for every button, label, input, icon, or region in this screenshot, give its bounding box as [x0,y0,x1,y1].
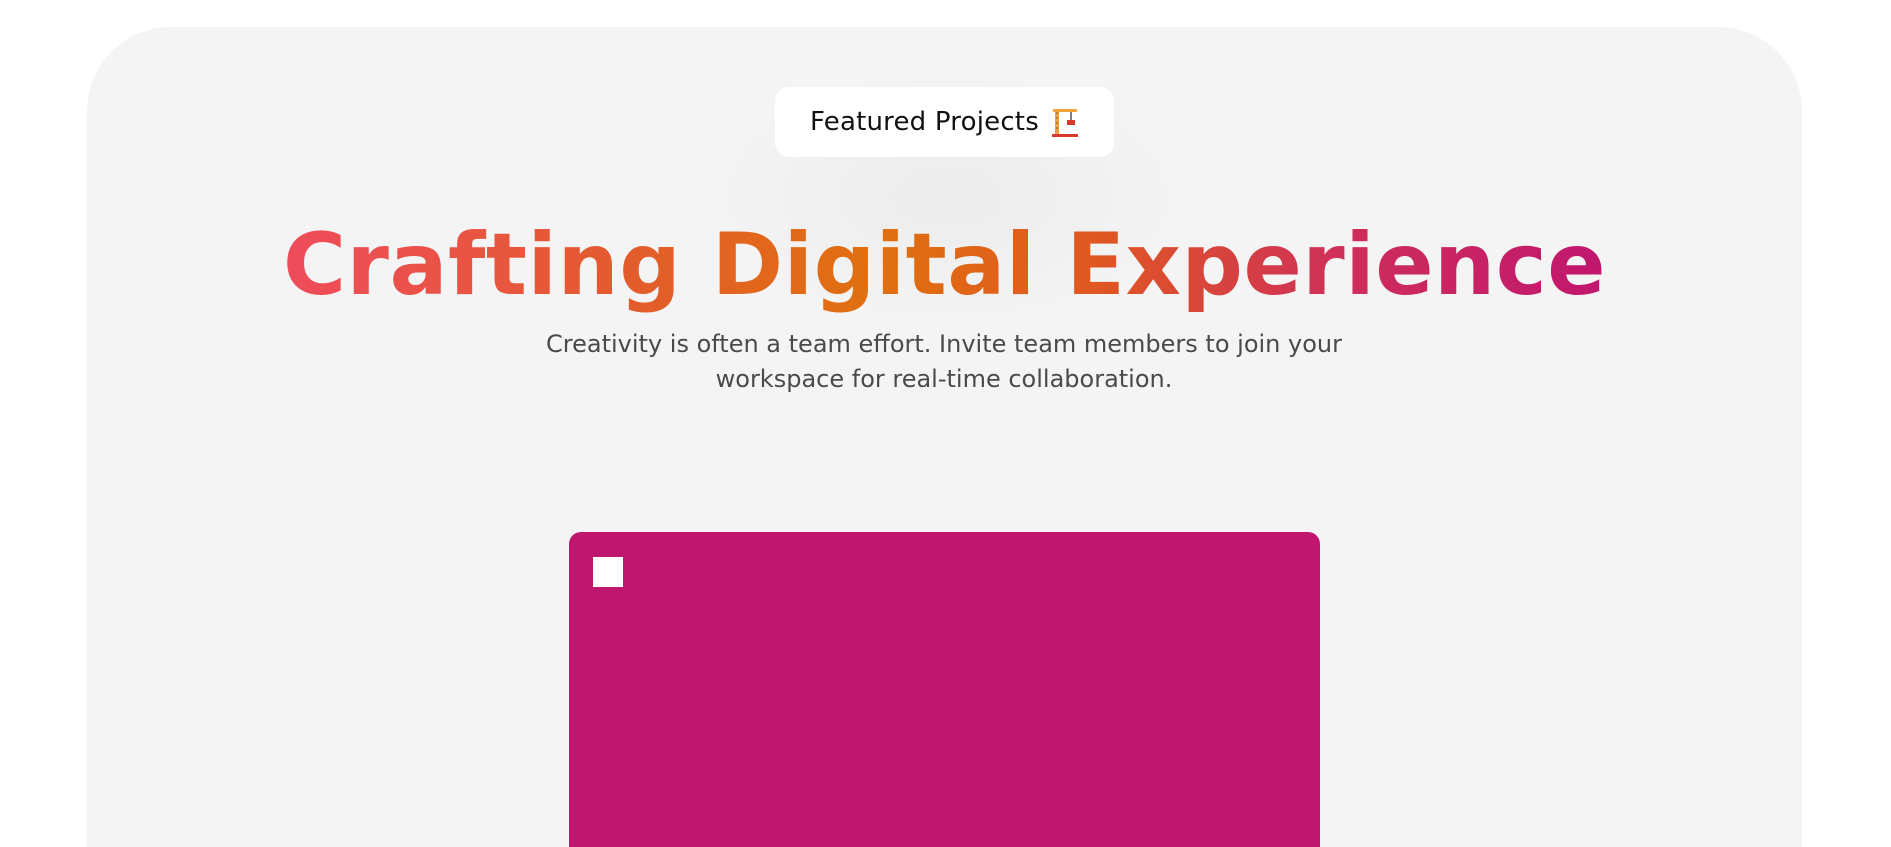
page-title-text: Crafting Digital Experience [282,215,1607,315]
page-title: Crafting Digital Experience [87,210,1802,320]
featured-projects-badge: Featured Projects [775,87,1114,157]
project-card[interactable] [569,532,1320,847]
subtitle-line-2: workspace for real-time collaboration. [715,365,1173,393]
badge-label: Featured Projects [810,107,1039,137]
page-subtitle: Creativity is often a team effort. Invit… [494,327,1394,397]
featured-projects-section: Featured Projects Crafting Digital Exper… [87,27,1802,847]
construction-crane-icon [1051,106,1079,138]
square-icon [593,557,623,587]
subtitle-line-1: Creativity is often a team effort. Invit… [546,330,1342,358]
